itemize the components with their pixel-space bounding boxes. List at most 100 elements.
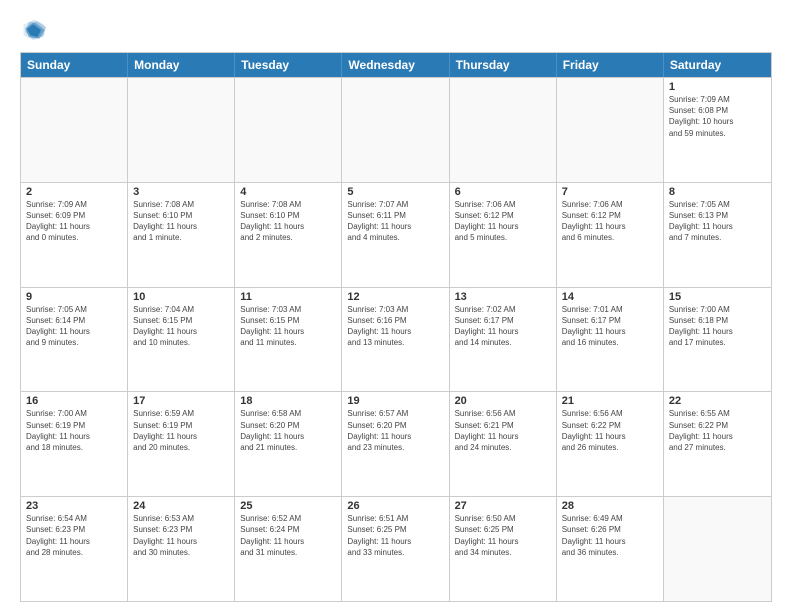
calendar-row-1: 2Sunrise: 7:09 AM Sunset: 6:09 PM Daylig… [21, 182, 771, 287]
day-number: 5 [347, 186, 443, 198]
day-info: Sunrise: 6:55 AM Sunset: 6:22 PM Dayligh… [669, 408, 766, 453]
day-number: 22 [669, 395, 766, 407]
day-info: Sunrise: 6:51 AM Sunset: 6:25 PM Dayligh… [347, 513, 443, 558]
calendar-day-19: 19Sunrise: 6:57 AM Sunset: 6:20 PM Dayli… [342, 392, 449, 496]
day-number: 12 [347, 291, 443, 303]
calendar-row-3: 16Sunrise: 7:00 AM Sunset: 6:19 PM Dayli… [21, 391, 771, 496]
day-info: Sunrise: 7:03 AM Sunset: 6:16 PM Dayligh… [347, 304, 443, 349]
day-info: Sunrise: 6:58 AM Sunset: 6:20 PM Dayligh… [240, 408, 336, 453]
calendar-header-saturday: Saturday [664, 53, 771, 77]
day-info: Sunrise: 6:50 AM Sunset: 6:25 PM Dayligh… [455, 513, 551, 558]
day-info: Sunrise: 7:00 AM Sunset: 6:18 PM Dayligh… [669, 304, 766, 349]
day-number: 27 [455, 500, 551, 512]
calendar-header-wednesday: Wednesday [342, 53, 449, 77]
day-info: Sunrise: 6:56 AM Sunset: 6:21 PM Dayligh… [455, 408, 551, 453]
day-info: Sunrise: 7:07 AM Sunset: 6:11 PM Dayligh… [347, 199, 443, 244]
calendar-day-empty-4-6 [664, 497, 771, 601]
calendar-day-8: 8Sunrise: 7:05 AM Sunset: 6:13 PM Daylig… [664, 183, 771, 287]
header [20, 16, 772, 44]
day-number: 23 [26, 500, 122, 512]
day-info: Sunrise: 6:54 AM Sunset: 6:23 PM Dayligh… [26, 513, 122, 558]
calendar-day-16: 16Sunrise: 7:00 AM Sunset: 6:19 PM Dayli… [21, 392, 128, 496]
calendar-body: 1Sunrise: 7:09 AM Sunset: 6:08 PM Daylig… [21, 77, 771, 601]
day-number: 17 [133, 395, 229, 407]
day-number: 21 [562, 395, 658, 407]
day-info: Sunrise: 7:05 AM Sunset: 6:13 PM Dayligh… [669, 199, 766, 244]
calendar-day-23: 23Sunrise: 6:54 AM Sunset: 6:23 PM Dayli… [21, 497, 128, 601]
day-number: 25 [240, 500, 336, 512]
calendar-day-21: 21Sunrise: 6:56 AM Sunset: 6:22 PM Dayli… [557, 392, 664, 496]
calendar-header-friday: Friday [557, 53, 664, 77]
day-number: 4 [240, 186, 336, 198]
calendar-day-6: 6Sunrise: 7:06 AM Sunset: 6:12 PM Daylig… [450, 183, 557, 287]
day-number: 2 [26, 186, 122, 198]
day-info: Sunrise: 7:01 AM Sunset: 6:17 PM Dayligh… [562, 304, 658, 349]
day-info: Sunrise: 7:04 AM Sunset: 6:15 PM Dayligh… [133, 304, 229, 349]
calendar-header-row: SundayMondayTuesdayWednesdayThursdayFrid… [21, 53, 771, 77]
calendar-day-5: 5Sunrise: 7:07 AM Sunset: 6:11 PM Daylig… [342, 183, 449, 287]
day-number: 15 [669, 291, 766, 303]
logo-icon [20, 16, 48, 44]
day-info: Sunrise: 6:52 AM Sunset: 6:24 PM Dayligh… [240, 513, 336, 558]
calendar-day-27: 27Sunrise: 6:50 AM Sunset: 6:25 PM Dayli… [450, 497, 557, 601]
day-info: Sunrise: 7:09 AM Sunset: 6:08 PM Dayligh… [669, 94, 766, 139]
calendar-day-22: 22Sunrise: 6:55 AM Sunset: 6:22 PM Dayli… [664, 392, 771, 496]
calendar-day-3: 3Sunrise: 7:08 AM Sunset: 6:10 PM Daylig… [128, 183, 235, 287]
day-number: 19 [347, 395, 443, 407]
day-info: Sunrise: 6:49 AM Sunset: 6:26 PM Dayligh… [562, 513, 658, 558]
day-number: 14 [562, 291, 658, 303]
day-number: 24 [133, 500, 229, 512]
day-number: 3 [133, 186, 229, 198]
calendar-day-14: 14Sunrise: 7:01 AM Sunset: 6:17 PM Dayli… [557, 288, 664, 392]
calendar-day-9: 9Sunrise: 7:05 AM Sunset: 6:14 PM Daylig… [21, 288, 128, 392]
day-info: Sunrise: 7:00 AM Sunset: 6:19 PM Dayligh… [26, 408, 122, 453]
calendar-row-2: 9Sunrise: 7:05 AM Sunset: 6:14 PM Daylig… [21, 287, 771, 392]
day-number: 13 [455, 291, 551, 303]
calendar-day-empty-0-5 [557, 78, 664, 182]
calendar-day-11: 11Sunrise: 7:03 AM Sunset: 6:15 PM Dayli… [235, 288, 342, 392]
day-info: Sunrise: 7:06 AM Sunset: 6:12 PM Dayligh… [562, 199, 658, 244]
day-info: Sunrise: 7:05 AM Sunset: 6:14 PM Dayligh… [26, 304, 122, 349]
calendar-day-17: 17Sunrise: 6:59 AM Sunset: 6:19 PM Dayli… [128, 392, 235, 496]
logo [20, 16, 52, 44]
calendar-row-0: 1Sunrise: 7:09 AM Sunset: 6:08 PM Daylig… [21, 77, 771, 182]
day-number: 7 [562, 186, 658, 198]
calendar-day-20: 20Sunrise: 6:56 AM Sunset: 6:21 PM Dayli… [450, 392, 557, 496]
calendar-day-18: 18Sunrise: 6:58 AM Sunset: 6:20 PM Dayli… [235, 392, 342, 496]
day-number: 16 [26, 395, 122, 407]
calendar-day-28: 28Sunrise: 6:49 AM Sunset: 6:26 PM Dayli… [557, 497, 664, 601]
calendar-day-2: 2Sunrise: 7:09 AM Sunset: 6:09 PM Daylig… [21, 183, 128, 287]
day-info: Sunrise: 6:53 AM Sunset: 6:23 PM Dayligh… [133, 513, 229, 558]
day-info: Sunrise: 7:06 AM Sunset: 6:12 PM Dayligh… [455, 199, 551, 244]
day-info: Sunrise: 6:57 AM Sunset: 6:20 PM Dayligh… [347, 408, 443, 453]
day-number: 11 [240, 291, 336, 303]
calendar-day-26: 26Sunrise: 6:51 AM Sunset: 6:25 PM Dayli… [342, 497, 449, 601]
day-info: Sunrise: 6:56 AM Sunset: 6:22 PM Dayligh… [562, 408, 658, 453]
calendar-header-tuesday: Tuesday [235, 53, 342, 77]
calendar-day-empty-0-0 [21, 78, 128, 182]
calendar: SundayMondayTuesdayWednesdayThursdayFrid… [20, 52, 772, 602]
day-number: 18 [240, 395, 336, 407]
calendar-day-1: 1Sunrise: 7:09 AM Sunset: 6:08 PM Daylig… [664, 78, 771, 182]
calendar-day-13: 13Sunrise: 7:02 AM Sunset: 6:17 PM Dayli… [450, 288, 557, 392]
day-info: Sunrise: 7:08 AM Sunset: 6:10 PM Dayligh… [240, 199, 336, 244]
calendar-header-sunday: Sunday [21, 53, 128, 77]
day-number: 9 [26, 291, 122, 303]
calendar-header-thursday: Thursday [450, 53, 557, 77]
day-info: Sunrise: 6:59 AM Sunset: 6:19 PM Dayligh… [133, 408, 229, 453]
day-number: 26 [347, 500, 443, 512]
calendar-day-24: 24Sunrise: 6:53 AM Sunset: 6:23 PM Dayli… [128, 497, 235, 601]
day-number: 8 [669, 186, 766, 198]
day-info: Sunrise: 7:03 AM Sunset: 6:15 PM Dayligh… [240, 304, 336, 349]
calendar-day-25: 25Sunrise: 6:52 AM Sunset: 6:24 PM Dayli… [235, 497, 342, 601]
calendar-day-empty-0-4 [450, 78, 557, 182]
calendar-header-monday: Monday [128, 53, 235, 77]
calendar-day-empty-0-3 [342, 78, 449, 182]
day-info: Sunrise: 7:09 AM Sunset: 6:09 PM Dayligh… [26, 199, 122, 244]
day-number: 1 [669, 81, 766, 93]
calendar-day-15: 15Sunrise: 7:00 AM Sunset: 6:18 PM Dayli… [664, 288, 771, 392]
calendar-day-7: 7Sunrise: 7:06 AM Sunset: 6:12 PM Daylig… [557, 183, 664, 287]
calendar-day-12: 12Sunrise: 7:03 AM Sunset: 6:16 PM Dayli… [342, 288, 449, 392]
day-info: Sunrise: 7:08 AM Sunset: 6:10 PM Dayligh… [133, 199, 229, 244]
day-number: 28 [562, 500, 658, 512]
